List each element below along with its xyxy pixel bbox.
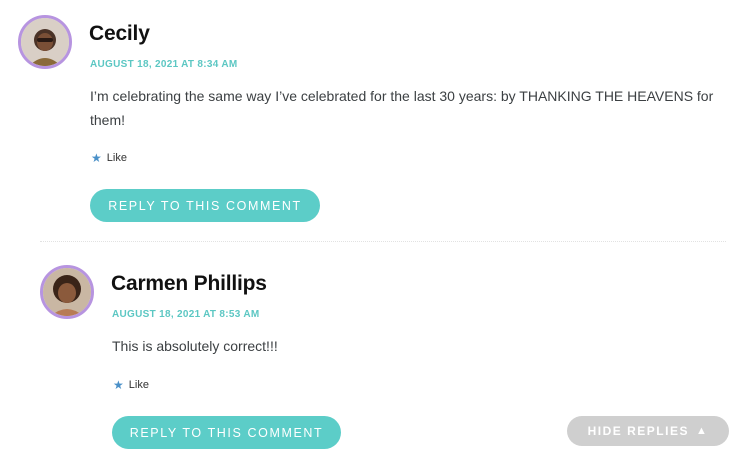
comment-text: This is absolutely correct!!! xyxy=(112,338,278,354)
avatar[interactable] xyxy=(18,15,72,69)
like-label: Like xyxy=(106,152,127,164)
avatar[interactable] xyxy=(40,265,94,319)
like-button[interactable]: ★ Like xyxy=(113,379,149,391)
like-button[interactable]: ★ Like xyxy=(91,152,127,164)
comment-text: I’m celebrating the same way I’ve celebr… xyxy=(90,88,714,128)
comment-author[interactable]: Carmen Phillips xyxy=(111,272,267,296)
hide-replies-button[interactable]: HIDE REPLIES ▲ xyxy=(567,416,729,446)
like-label: Like xyxy=(128,379,149,391)
hide-replies-label: HIDE REPLIES xyxy=(587,424,689,438)
comment-author[interactable]: Cecily xyxy=(89,22,150,46)
comment-date[interactable]: AUGUST 18, 2021 AT 8:53 AM xyxy=(112,309,259,320)
reply-button[interactable]: REPLY TO THIS COMMENT xyxy=(112,416,341,449)
comment-date[interactable]: AUGUST 18, 2021 AT 8:34 AM xyxy=(90,59,237,70)
star-icon: ★ xyxy=(91,151,102,165)
triangle-up-icon: ▲ xyxy=(695,424,709,437)
star-icon: ★ xyxy=(113,378,124,392)
reply-button[interactable]: REPLY TO THIS COMMENT xyxy=(90,189,320,222)
comment-divider xyxy=(40,241,726,242)
